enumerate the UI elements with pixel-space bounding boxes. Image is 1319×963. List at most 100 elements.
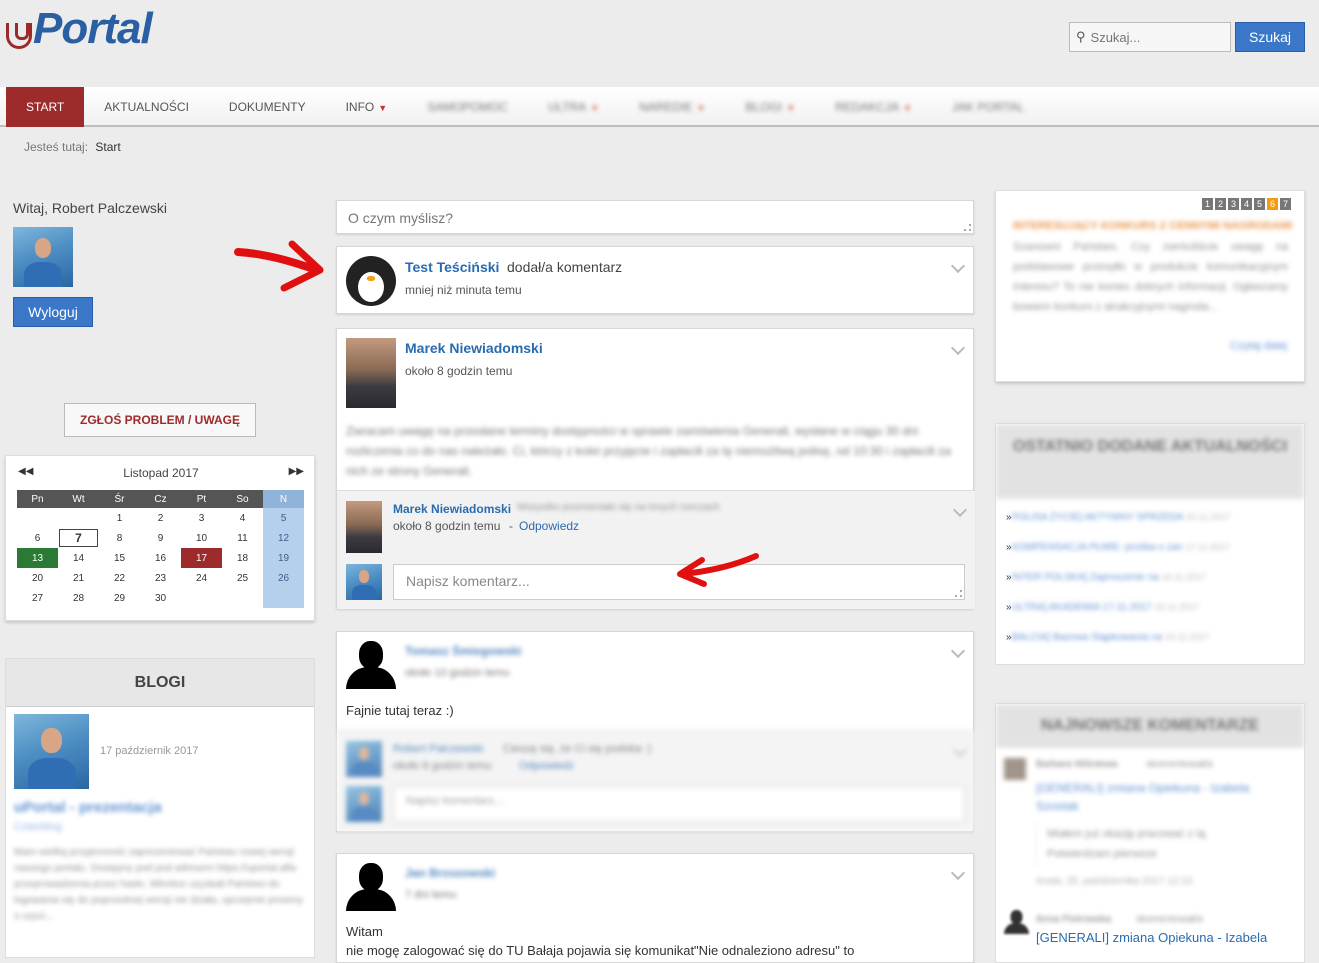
post-author[interactable]: Marek Niewiadomski bbox=[405, 340, 543, 356]
comment-input[interactable]: Napisz komentarz... bbox=[393, 786, 965, 822]
comment-avatar[interactable] bbox=[346, 741, 382, 777]
chevron-down-icon[interactable] bbox=[953, 868, 963, 878]
post-author[interactable]: Jan Brzozowski bbox=[405, 866, 495, 880]
calendar-day[interactable]: 4 bbox=[222, 508, 263, 528]
calendar-day[interactable]: 2 bbox=[140, 508, 181, 528]
promo-title[interactable]: INTERESUJĄCY KONKURS Z CENNYMI NAGRODAMI bbox=[1013, 220, 1292, 232]
penguin-avatar[interactable] bbox=[346, 256, 396, 306]
calendar-day[interactable]: 12 bbox=[263, 528, 304, 548]
pager-item[interactable]: 6 bbox=[1267, 198, 1278, 210]
calendar-day[interactable]: 20 bbox=[17, 568, 58, 588]
post-author[interactable]: Test Teściński bbox=[405, 259, 499, 275]
chevron-down-icon[interactable] bbox=[953, 646, 963, 656]
promo-more-link[interactable]: Czytaj dalej bbox=[1230, 340, 1287, 352]
report-problem-button[interactable]: ZGŁOŚ PROBLEM / UWAGĘ bbox=[64, 403, 256, 437]
comment-avatar[interactable] bbox=[346, 501, 382, 553]
search-field[interactable]: ⚲ bbox=[1069, 22, 1231, 52]
logout-button[interactable]: Wyloguj bbox=[13, 297, 93, 327]
calendar-day[interactable]: 23 bbox=[140, 568, 181, 588]
calendar-day[interactable]: 22 bbox=[99, 568, 140, 588]
calendar-day[interactable]: 21 bbox=[58, 568, 99, 588]
nav-item[interactable]: jak portal bbox=[932, 87, 1044, 127]
calendar-day[interactable]: 16 bbox=[140, 548, 181, 568]
default-avatar-icon[interactable] bbox=[1004, 910, 1029, 934]
pager-item[interactable]: 1 bbox=[1202, 198, 1213, 210]
calendar-day[interactable]: 3 bbox=[181, 508, 222, 528]
search-input[interactable] bbox=[1090, 29, 1221, 45]
blog-post-title[interactable]: uPortal - prezentacja bbox=[14, 799, 162, 816]
calendar-day[interactable]: 1 bbox=[99, 508, 140, 528]
commenter-name[interactable]: Barbara Wiśniewa bbox=[1036, 759, 1117, 770]
nav-item[interactable]: DOKUMENTY bbox=[209, 87, 326, 127]
news-item[interactable]: »KOMPENSACJA PŁMIE: prośba o zan 17.11.2… bbox=[996, 532, 1304, 562]
chevron-down-icon[interactable] bbox=[953, 343, 963, 353]
calendar-day[interactable]: 18 bbox=[222, 548, 263, 568]
news-item[interactable]: »BALCIA] Bazowa Stąpkowania na 10.11.201… bbox=[996, 622, 1304, 652]
blog-author-avatar[interactable] bbox=[14, 714, 89, 789]
calendar-day[interactable]: 26 bbox=[263, 568, 304, 588]
nav-item[interactable]: BLOGI ▼ bbox=[726, 87, 816, 127]
breadcrumb-current[interactable]: Start bbox=[95, 140, 120, 154]
calendar-grid: Pn Wt Śr Cz Pt So N 1 2 3 4 5 6 7 8 9 10 11 12 13 14 15 16 17 18… bbox=[17, 490, 304, 608]
pager-item[interactable]: 5 bbox=[1254, 198, 1265, 210]
comment-author[interactable]: Marek Niewiadomski bbox=[393, 502, 511, 516]
comment-link[interactable]: [GENERALI] zmiana Opiekuna - Izabela Szo… bbox=[1036, 779, 1291, 815]
resize-grip-icon[interactable] bbox=[955, 590, 962, 597]
blog-category[interactable]: Coterblog bbox=[14, 821, 62, 833]
default-avatar-icon[interactable] bbox=[346, 641, 396, 689]
chevron-down-icon[interactable] bbox=[953, 261, 963, 271]
calendar-day[interactable]: 17 bbox=[181, 548, 222, 568]
nav-item[interactable]: SAMOPOMOC bbox=[407, 87, 528, 127]
portal-logo[interactable]: Portal bbox=[6, 4, 153, 54]
pager-item[interactable]: 2 bbox=[1215, 198, 1226, 210]
calendar-day[interactable]: 11 bbox=[222, 528, 263, 548]
pager-item[interactable]: 4 bbox=[1241, 198, 1252, 210]
reply-link[interactable]: Odpowiedz bbox=[519, 519, 579, 533]
author-avatar[interactable] bbox=[346, 338, 396, 408]
calendar-day[interactable]: 14 bbox=[58, 548, 99, 568]
calendar-day[interactable]: 10 bbox=[181, 528, 222, 548]
news-item[interactable]: »POLISA ŻYCIE] AKTYWNY SPRZEDA 20.11.201… bbox=[996, 502, 1304, 532]
search-button[interactable]: Szukaj bbox=[1235, 22, 1305, 52]
calendar-day[interactable]: 24 bbox=[181, 568, 222, 588]
resize-grip-icon[interactable] bbox=[964, 224, 971, 231]
calendar-day[interactable]: 8 bbox=[99, 528, 140, 548]
calendar-day[interactable]: 19 bbox=[263, 548, 304, 568]
chevron-down-icon[interactable] bbox=[955, 745, 965, 755]
calendar-day[interactable]: 13 bbox=[17, 548, 58, 568]
pager-item[interactable]: 3 bbox=[1228, 198, 1239, 210]
calendar-day[interactable]: 7 bbox=[58, 528, 99, 548]
post-text: Fajnie tutaj teraz :) bbox=[346, 703, 454, 718]
nav-item[interactable]: NAREDIE ▼ bbox=[619, 87, 725, 127]
comment-link[interactable]: [GENERALI] zmiana Opiekuna - Izabela bbox=[1036, 930, 1301, 945]
calendar-day[interactable]: 9 bbox=[140, 528, 181, 548]
post-author[interactable]: Tomasz Śmiegowski bbox=[405, 644, 521, 658]
nav-item[interactable]: ULTRA ▼ bbox=[528, 87, 619, 127]
pager-item[interactable]: 7 bbox=[1280, 198, 1291, 210]
status-input[interactable]: O czym myślisz? bbox=[336, 200, 974, 234]
calendar-day bbox=[222, 588, 263, 608]
nav-item[interactable]: START bbox=[6, 87, 85, 127]
calendar-day[interactable]: 30 bbox=[140, 588, 181, 608]
nav-item[interactable]: INFO ▼ bbox=[326, 87, 408, 127]
breadcrumb: Jesteś tutaj: Start bbox=[24, 140, 121, 154]
news-item[interactable]: »ULTRA] AKADEMIA 17.11.2017 15.11.2017 bbox=[996, 592, 1304, 622]
calendar-day[interactable]: 29 bbox=[99, 588, 140, 608]
reply-link[interactable]: Odpowiedz bbox=[519, 760, 574, 772]
user-avatar[interactable] bbox=[13, 227, 73, 287]
calendar-day[interactable]: 5 bbox=[263, 508, 304, 528]
calendar-day[interactable]: 27 bbox=[17, 588, 58, 608]
news-item[interactable]: »INTER POLSKA] Zaproszenie na 16.11.2017 bbox=[996, 562, 1304, 592]
calendar-next-icon[interactable]: ▶▶ bbox=[289, 466, 304, 477]
calendar-day[interactable]: 28 bbox=[58, 588, 99, 608]
calendar-day[interactable]: 25 bbox=[222, 568, 263, 588]
default-avatar-icon[interactable] bbox=[346, 863, 396, 911]
calendar-day[interactable]: 15 bbox=[99, 548, 140, 568]
nav-item[interactable]: REDAKCJA ▼ bbox=[815, 87, 932, 127]
nav-item[interactable]: AKTUALNOŚCI bbox=[84, 87, 209, 127]
calendar-day[interactable]: 6 bbox=[17, 528, 58, 548]
comment-author[interactable]: Robert Palczewski bbox=[393, 743, 483, 755]
chevron-down-icon[interactable] bbox=[955, 505, 965, 515]
commenter-avatar[interactable] bbox=[1004, 758, 1026, 780]
commenter-name[interactable]: Anna Piotrowska bbox=[1036, 914, 1111, 925]
